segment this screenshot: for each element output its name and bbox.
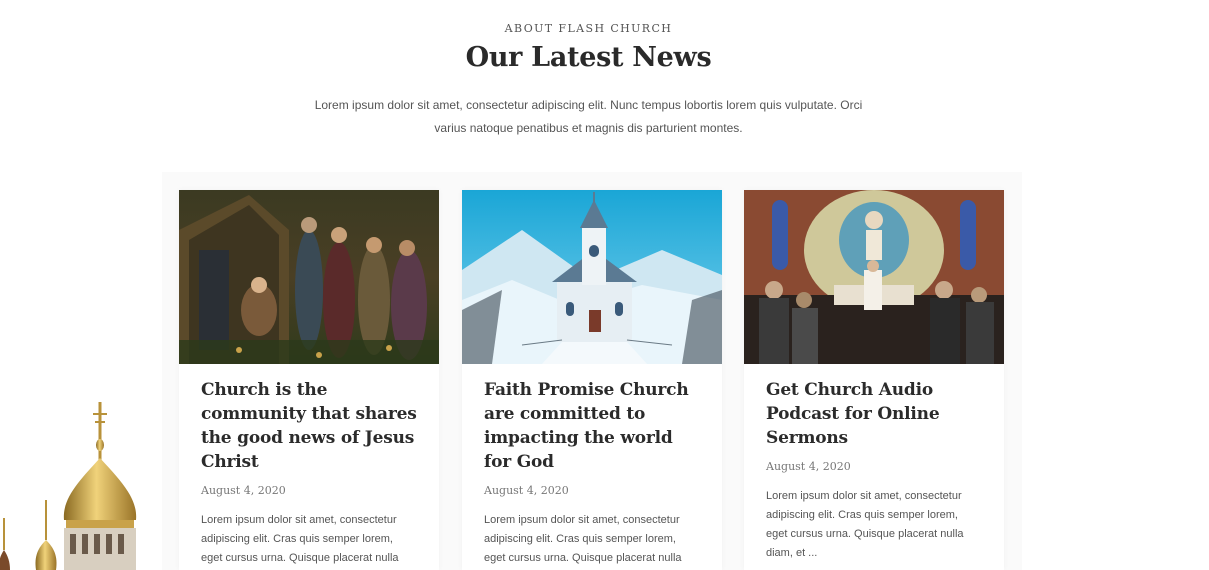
news-card-title[interactable]: Church is the community that shares the …	[201, 378, 417, 474]
section-intro: Lorem ipsum dolor sit amet, consectetur …	[314, 98, 863, 135]
news-card-title[interactable]: Faith Promise Church are committed to im…	[484, 378, 700, 474]
news-card: Church is the community that shares the …	[179, 190, 439, 570]
news-card-date: August 4, 2020	[201, 484, 286, 497]
church-service-image	[744, 190, 1004, 364]
news-card-excerpt: Lorem ipsum dolor sit amet, consectetur …	[766, 490, 964, 559]
news-card-image-link[interactable]	[179, 190, 439, 364]
news-card-image-link[interactable]	[462, 190, 722, 364]
news-card: Get Church Audio Podcast for Online Serm…	[744, 190, 1004, 570]
news-card-image-link[interactable]	[744, 190, 1004, 364]
news-card-excerpt: Lorem ipsum dolor sit amet, consectetur …	[201, 514, 399, 564]
news-card-date: August 4, 2020	[766, 460, 851, 473]
section-title: Our Latest News	[465, 42, 712, 73]
news-card-title[interactable]: Get Church Audio Podcast for Online Serm…	[766, 378, 982, 450]
nativity-painting-image	[179, 190, 439, 364]
golden-dome-illustration	[0, 402, 137, 570]
news-card-excerpt: Lorem ipsum dolor sit amet, consectetur …	[484, 514, 682, 564]
snowy-church-image	[462, 190, 722, 364]
news-card-date: August 4, 2020	[484, 484, 569, 497]
section-eyebrow: ABOUT FLASH CHURCH	[504, 22, 673, 35]
news-card: Faith Promise Church are committed to im…	[462, 190, 722, 570]
